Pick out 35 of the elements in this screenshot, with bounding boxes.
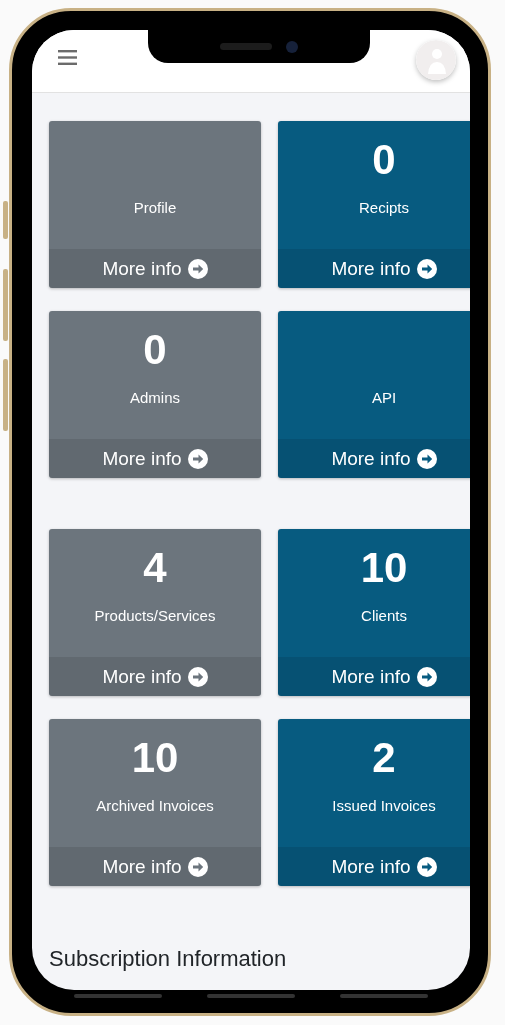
card-label: Clients	[361, 607, 407, 624]
arrow-circle-icon	[416, 258, 437, 279]
arrow-circle-icon	[187, 856, 208, 877]
count-value: 10	[131, 734, 179, 782]
more-info-link[interactable]: More info	[278, 249, 470, 288]
more-info-link[interactable]: More info	[278, 439, 470, 478]
count-value: 4	[143, 544, 167, 592]
count-value: 0	[372, 136, 396, 184]
more-info-link[interactable]: More info	[49, 249, 261, 288]
card-label: API	[371, 389, 397, 406]
more-info-link[interactable]: More info	[49, 657, 261, 696]
section-title: Subscription Information	[49, 946, 288, 972]
count-value: 0	[143, 326, 167, 374]
arrow-circle-icon	[416, 666, 437, 687]
arrow-circle-icon	[187, 258, 208, 279]
bezel-bar-icon	[340, 994, 428, 998]
card-label: Products/Services	[94, 607, 216, 624]
card-label: Admins	[130, 389, 180, 406]
more-info-link[interactable]: More info	[49, 847, 261, 886]
more-info-link[interactable]: More info	[49, 439, 261, 478]
bezel-bar-icon	[207, 994, 295, 998]
more-info-link[interactable]: More info	[278, 657, 470, 696]
count-value: 10	[360, 544, 408, 592]
arrow-circle-icon	[187, 448, 208, 469]
card-label: Archived Invoices	[96, 797, 214, 814]
menu-icon[interactable]	[58, 50, 77, 65]
count-value: 2	[372, 734, 396, 782]
card-label: Profile	[133, 199, 177, 216]
card-label: Recipts	[359, 199, 409, 216]
more-info-link[interactable]: More info	[278, 847, 470, 886]
arrow-circle-icon	[416, 448, 437, 469]
card-label: Issued Invoices	[332, 797, 436, 814]
arrow-circle-icon	[416, 856, 437, 877]
bezel-bar-icon	[74, 994, 162, 998]
arrow-circle-icon	[187, 666, 208, 687]
